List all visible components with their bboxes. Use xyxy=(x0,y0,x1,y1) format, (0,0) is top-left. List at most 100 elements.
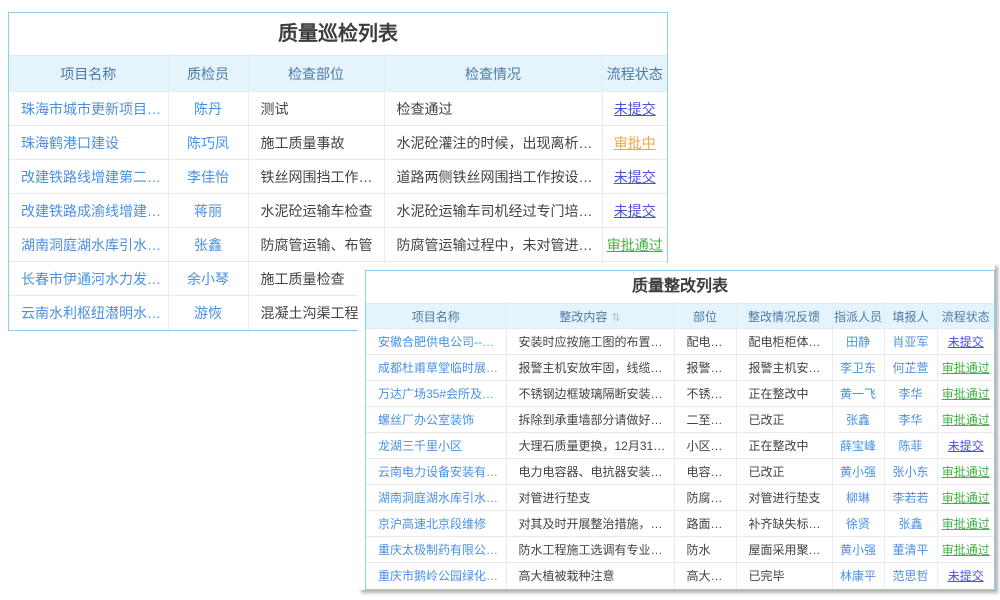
column-header: 质检员 xyxy=(168,56,248,92)
column-header: 填报人 xyxy=(884,304,937,329)
inspector-name-link[interactable]: 陈巧凤 xyxy=(168,126,248,160)
column-header-label: 流程状态 xyxy=(607,66,663,82)
assignee-name-link[interactable]: 黄小强 xyxy=(832,459,884,485)
reporter-name-link[interactable]: 董清平 xyxy=(884,537,937,563)
project-name-link[interactable]: 安徽合肥供电公司--配电设备... xyxy=(366,329,506,355)
inspector-name-link[interactable]: 陈丹 xyxy=(168,92,248,126)
project-name-link[interactable]: 龙湖三千里小区 xyxy=(366,433,506,459)
assignee-name-link[interactable]: 徐贤 xyxy=(832,511,884,537)
column-header-label: 检查部位 xyxy=(288,66,344,82)
project-name-link[interactable]: 珠海市城市更新项目紫... xyxy=(9,92,168,126)
table-row: 重庆市鹅岭公园绿化景观提升...高大植被栽种注意高大植被栽种已完毕林康平范思哲未… xyxy=(366,563,994,589)
process-status-link[interactable]: 审批通过 xyxy=(937,537,994,563)
assignee-name-link[interactable]: 张鑫 xyxy=(832,407,884,433)
project-name-link[interactable]: 成都杜甫草堂临时展厅独立展... xyxy=(366,355,506,381)
table-row: 重庆太极制药有限公司亳州中...防水工程施工选调有专业资质...防水屋面采用聚氯… xyxy=(366,537,994,563)
process-status-link[interactable]: 未提交 xyxy=(937,433,994,459)
column-header-label: 指派人员 xyxy=(834,310,882,324)
reporter-name-link[interactable]: 范思哲 xyxy=(884,563,937,589)
feedback-cell: 已改正 xyxy=(736,407,832,433)
assignee-name-link[interactable]: 黄一飞 xyxy=(832,381,884,407)
reporter-name-link[interactable]: 何芷萱 xyxy=(884,355,937,381)
process-status-link[interactable]: 审批通过 xyxy=(937,407,994,433)
project-name-link[interactable]: 重庆太极制药有限公司亳州中... xyxy=(366,537,506,563)
process-status-link[interactable]: 未提交 xyxy=(937,329,994,355)
part-cell: 高大植被栽种 xyxy=(674,563,736,589)
quality-rectification-title: 质量整改列表 xyxy=(366,271,994,303)
column-header-label: 填报人 xyxy=(892,310,928,324)
rectification-content-cell: 拆除到承重墙部分请做好加固... xyxy=(506,407,674,433)
feedback-cell: 配电柜柜体与... xyxy=(736,329,832,355)
inspector-name-link[interactable]: 游恢 xyxy=(168,296,248,330)
inspection-situation-cell: 水泥砼灌注的时候，出现离析现象 xyxy=(384,126,602,160)
process-status-link[interactable]: 审批中 xyxy=(602,126,667,160)
rectification-content-cell: 不锈钢边框玻璃隔断安装不牢... xyxy=(506,381,674,407)
column-header: 项目名称 xyxy=(366,304,506,329)
inspector-name-link[interactable]: 余小琴 xyxy=(168,262,248,296)
inspection-situation-cell: 防腐管运输过程中，未对管进行... xyxy=(384,228,602,262)
reporter-name-link[interactable]: 张小东 xyxy=(884,459,937,485)
column-header-label: 质检员 xyxy=(187,66,229,82)
project-name-link[interactable]: 云南水利枢纽潜明水库... xyxy=(9,296,168,330)
column-header: 部位 xyxy=(674,304,736,329)
rectification-content-cell: 对其及时开展整治措施，桥头... xyxy=(506,511,674,537)
feedback-cell: 报警主机安放... xyxy=(736,355,832,381)
process-status-link[interactable]: 审批通过 xyxy=(937,459,994,485)
reporter-name-link[interactable]: 李若若 xyxy=(884,485,937,511)
table-row: 珠海市城市更新项目紫...陈丹测试检查通过未提交 xyxy=(9,92,667,126)
inspection-situation-cell: 道路两侧铁丝网围挡工作按设计... xyxy=(384,160,602,194)
project-name-link[interactable]: 改建铁路线增建第二线... xyxy=(9,160,168,194)
project-name-link[interactable]: 京沪高速北京段维修 xyxy=(366,511,506,537)
project-name-link[interactable]: 云南电力设备安装有限公司20... xyxy=(366,459,506,485)
part-cell: 不锈钢安装... xyxy=(674,381,736,407)
project-name-link[interactable]: 螺丝厂办公室装饰 xyxy=(366,407,506,433)
column-header: 整改情况反馈 xyxy=(736,304,832,329)
assignee-name-link[interactable]: 林康平 xyxy=(832,563,884,589)
process-status-link[interactable]: 未提交 xyxy=(602,194,667,228)
part-cell: 电容器安装... xyxy=(674,459,736,485)
assignee-name-link[interactable]: 李卫东 xyxy=(832,355,884,381)
table-row: 京沪高速北京段维修对其及时开展整治措施，桥头...路面维修检...补齐缺失标志.… xyxy=(366,511,994,537)
process-status-link[interactable]: 审批通过 xyxy=(937,355,994,381)
reporter-name-link[interactable]: 肖亚军 xyxy=(884,329,937,355)
assignee-name-link[interactable]: 田静 xyxy=(832,329,884,355)
process-status-link[interactable]: 审批通过 xyxy=(937,485,994,511)
reporter-name-link[interactable]: 陈菲 xyxy=(884,433,937,459)
column-header-label: 项目名称 xyxy=(60,66,116,82)
inspector-name-link[interactable]: 张鑫 xyxy=(168,228,248,262)
column-header[interactable]: 整改内容 ⇅ xyxy=(506,304,674,329)
table-row: 湖南洞庭湖水库引水工程施工标对管进行垫支防腐管运输...对管进行垫支柳琳李若若审… xyxy=(366,485,994,511)
assignee-name-link[interactable]: 柳琳 xyxy=(832,485,884,511)
column-header-label: 项目名称 xyxy=(412,310,460,324)
inspector-name-link[interactable]: 蒋丽 xyxy=(168,194,248,228)
inspection-situation-cell: 检查通过 xyxy=(384,92,602,126)
inspector-name-link[interactable]: 李佳怡 xyxy=(168,160,248,194)
column-header-label: 整改内容 xyxy=(559,310,607,324)
process-status-link[interactable]: 审批通过 xyxy=(602,228,667,262)
column-header-label: 流程状态 xyxy=(942,310,990,324)
reporter-name-link[interactable]: 张鑫 xyxy=(884,511,937,537)
process-status-link[interactable]: 审批通过 xyxy=(937,511,994,537)
project-name-link[interactable]: 长春市伊通河水力发电... xyxy=(9,262,168,296)
project-name-link[interactable]: 万达广场35#会所及咖啡厅空... xyxy=(366,381,506,407)
process-status-link[interactable]: 审批通过 xyxy=(937,381,994,407)
inspection-part-cell: 施工质量事故 xyxy=(248,126,384,160)
project-name-link[interactable]: 珠海鹤港口建设 xyxy=(9,126,168,160)
project-name-link[interactable]: 湖南洞庭湖水库引水工程施工标 xyxy=(366,485,506,511)
assignee-name-link[interactable]: 薛宝峰 xyxy=(832,433,884,459)
process-status-link[interactable]: 未提交 xyxy=(937,563,994,589)
project-name-link[interactable]: 湖南洞庭湖水库引水工... xyxy=(9,228,168,262)
assignee-name-link[interactable]: 黄小强 xyxy=(832,537,884,563)
rectification-content-cell: 大理石质量更换，12月31日之... xyxy=(506,433,674,459)
column-header: 流程状态 xyxy=(602,56,667,92)
quality-inspection-header-row: 项目名称质检员检查部位检查情况流程状态 xyxy=(9,56,667,92)
process-status-link[interactable]: 未提交 xyxy=(602,92,667,126)
project-name-link[interactable]: 重庆市鹅岭公园绿化景观提升... xyxy=(366,563,506,589)
table-row: 成都杜甫草堂临时展厅独立展...报警主机安放牢固，线缆连接...报警系统报警主机… xyxy=(366,355,994,381)
project-name-link[interactable]: 改建铁路成渝线增建第... xyxy=(9,194,168,228)
reporter-name-link[interactable]: 李华 xyxy=(884,407,937,433)
reporter-name-link[interactable]: 李华 xyxy=(884,381,937,407)
table-row: 螺丝厂办公室装饰拆除到承重墙部分请做好加固...二至三楼混...已改正张鑫李华审… xyxy=(366,407,994,433)
process-status-link[interactable]: 未提交 xyxy=(602,160,667,194)
sort-icon[interactable]: ⇅ xyxy=(611,311,620,324)
